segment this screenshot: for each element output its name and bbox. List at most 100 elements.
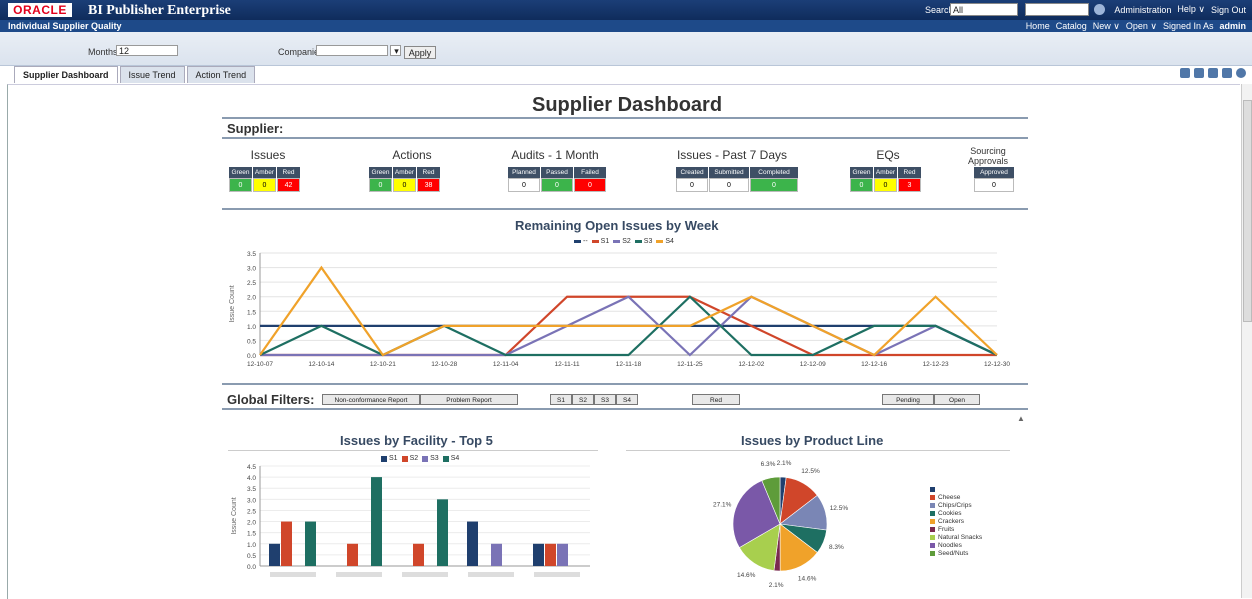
kpi-head: Red <box>277 167 300 178</box>
apply-button[interactable]: Apply <box>404 46 436 59</box>
actions-icon[interactable] <box>1208 68 1218 78</box>
kpi-head: Green <box>850 167 873 178</box>
kpi-title-audits: Audits - 1 Month <box>511 148 599 162</box>
kpi-head: Completed <box>750 167 798 178</box>
legend-label: Crackers <box>938 517 965 525</box>
filter-open-button[interactable]: Open <box>934 394 980 405</box>
legend-label: Chips/Crips <box>938 501 972 509</box>
collapse-icon[interactable]: ▲ <box>1017 414 1025 423</box>
kpi-value[interactable]: 0 <box>541 178 573 192</box>
filter-pending-button[interactable]: Pending <box>882 394 934 405</box>
divider <box>222 208 1028 210</box>
legend-item: S1 <box>591 238 609 245</box>
tab-action-trend[interactable]: Action Trend <box>186 66 256 83</box>
search-go-icon[interactable] <box>1094 4 1105 15</box>
chevron-down-icon[interactable]: ▾ <box>390 45 401 56</box>
kpi-head: Red <box>898 167 921 178</box>
kpi-value[interactable]: 0 <box>676 178 708 192</box>
legend-label: Noodles <box>938 541 962 549</box>
pie-value-label: 14.6% <box>737 572 756 579</box>
filter-s3-button[interactable]: S3 <box>594 394 616 405</box>
help-icon[interactable] <box>1236 68 1246 78</box>
y-tick-label: 0.0 <box>247 353 256 360</box>
companies-select[interactable] <box>316 45 388 56</box>
kpi-value[interactable]: 0 <box>253 178 276 192</box>
kpi-value[interactable]: 0 <box>874 178 897 192</box>
kpi-eqs: Green 0 Amber 0 Red 3 <box>850 167 922 192</box>
sign-out-link[interactable]: Sign Out <box>1211 5 1246 15</box>
bar-s4 <box>371 477 382 566</box>
layout-icon[interactable] <box>1222 68 1232 78</box>
administration-link[interactable]: Administration <box>1114 5 1171 15</box>
legend-label: Cheese <box>938 493 961 501</box>
kpi-issues-7days: Created 0 Submitted 0 Completed 0 <box>676 167 799 192</box>
filter-ncr-button[interactable]: Non-conformance Report <box>322 394 420 405</box>
legend-item: Cheese <box>930 493 982 501</box>
bar-chart: 0.0 0.5 1.0 1.5 2.0 2.5 3.0 3.5 4.0 4.5 Issue Coun… <box>231 464 590 577</box>
kpi-title-actions: Actions <box>392 148 432 162</box>
y-tick-label: 4.0 <box>247 475 256 482</box>
legend-label: S3 <box>643 238 653 245</box>
filter-s1-button[interactable]: S1 <box>550 394 572 405</box>
report-title: Individual Supplier Quality <box>8 21 122 31</box>
kpi-value[interactable]: 0 <box>850 178 873 192</box>
legend-swatch <box>381 455 387 462</box>
months-label: Months <box>88 47 118 57</box>
kpi-head: Red <box>417 167 440 178</box>
scrollbar-thumb[interactable] <box>1243 100 1252 322</box>
view-icon[interactable] <box>1180 68 1190 78</box>
months-input[interactable]: 12 <box>116 45 178 56</box>
catalog-link[interactable]: Catalog <box>1056 21 1087 32</box>
kpi-value[interactable]: 0 <box>974 178 1014 192</box>
legend-swatch <box>442 455 449 462</box>
filter-s2-button[interactable]: S2 <box>572 394 594 405</box>
user-menu[interactable]: admin <box>1219 21 1246 32</box>
tab-supplier-dashboard[interactable]: Supplier Dashboard <box>14 66 118 83</box>
pie-chart-legend: Cheese Chips/Crips Cookies Crackers Fruits Na… <box>930 485 982 557</box>
pie-value-label: 12.5% <box>801 468 820 475</box>
x-tick-label: 12-10-21 <box>370 361 396 368</box>
kpi-audits: Planned 0 Passed 0 Failed 0 <box>508 167 607 192</box>
open-menu[interactable]: Open ∨ <box>1126 21 1157 32</box>
y-tick-label: 0.5 <box>247 553 256 560</box>
tab-issue-trend[interactable]: Issue Trend <box>119 66 185 83</box>
help-menu[interactable]: Help ∨ <box>1177 4 1205 15</box>
kpi-value[interactable]: 0 <box>574 178 606 192</box>
dashboard-title: Supplier Dashboard <box>532 94 723 116</box>
bar-s2 <box>545 543 556 566</box>
search-scope-select[interactable]: All <box>950 3 1018 16</box>
kpi-value[interactable]: 0 <box>393 178 416 192</box>
x-tick-label: 12-12-02 <box>738 361 764 368</box>
pie-value-label: 27.1% <box>713 502 732 509</box>
filter-problem-report-button[interactable]: Problem Report <box>420 394 518 405</box>
filter-s4-button[interactable]: S4 <box>616 394 638 405</box>
search-input[interactable] <box>1025 3 1089 16</box>
legend-item: Fruits <box>930 525 982 533</box>
filter-red-button[interactable]: Red <box>692 394 740 405</box>
y-tick-label: 2.0 <box>247 520 256 527</box>
legend-item: Natural Snacks <box>930 533 982 541</box>
oracle-logo: ORACLE <box>8 3 72 17</box>
y-tick-label: 1.0 <box>247 324 256 331</box>
home-link[interactable]: Home <box>1026 21 1050 32</box>
kpi-value[interactable]: 0 <box>369 178 392 192</box>
x-tick-label: 12-12-30 <box>984 361 1010 368</box>
legend-item: Seed/Nuts <box>930 549 982 557</box>
kpi-value[interactable]: 0 <box>229 178 252 192</box>
kpi-value[interactable]: 42 <box>277 178 300 192</box>
legend-item <box>930 485 982 493</box>
legend-swatch <box>930 518 935 524</box>
legend-label: S2 <box>622 238 631 245</box>
y-tick-label: 3.0 <box>247 266 256 273</box>
legend-item: S3 <box>634 238 653 245</box>
kpi-head: Green <box>229 167 252 178</box>
kpi-value[interactable]: 0 <box>750 178 798 192</box>
kpi-value[interactable]: 3 <box>898 178 921 192</box>
kpi-value[interactable]: 0 <box>508 178 540 192</box>
x-tick-label-redacted <box>468 572 514 577</box>
divider <box>222 137 1028 139</box>
export-icon[interactable] <box>1194 68 1204 78</box>
new-menu[interactable]: New ∨ <box>1093 21 1120 32</box>
kpi-value[interactable]: 0 <box>709 178 749 192</box>
kpi-value[interactable]: 38 <box>417 178 440 192</box>
